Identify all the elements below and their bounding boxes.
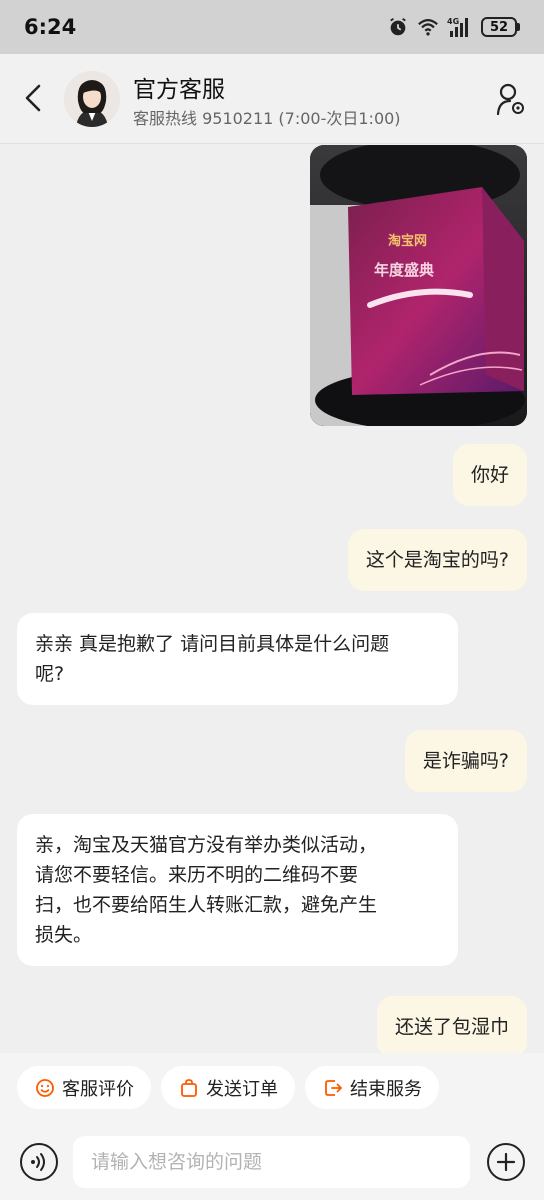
message-text: 这个是淘宝的吗? <box>365 549 509 571</box>
chip-label: 结束服务 <box>350 1078 422 1100</box>
image-message[interactable]: 淘宝网 年度盛典 <box>310 145 527 426</box>
chat-header: 官方客服 客服热线 9510211 (7:00-次日1:00) <box>0 54 544 144</box>
box-event-text: 年度盛典 <box>374 261 434 279</box>
network-type-label: 4G <box>447 17 459 26</box>
user-settings-icon[interactable] <box>496 82 526 116</box>
rate-service-button[interactable]: 客服评价 <box>17 1066 151 1109</box>
my-message-bubble[interactable]: 你好 <box>452 444 527 506</box>
chip-label: 发送订单 <box>206 1078 278 1100</box>
chip-label: 客服评价 <box>62 1078 134 1100</box>
smile-icon <box>36 1078 54 1097</box>
my-message-bubble[interactable]: 还送了包湿巾 <box>376 996 527 1053</box>
hotline-text: 客服热线 9510211 (7:00-次日1:00) <box>133 109 401 128</box>
message-text: 还送了包湿巾 <box>394 1016 509 1038</box>
back-button[interactable] <box>16 78 50 118</box>
battery-icon: 52 <box>481 17 520 37</box>
box-brand-text: 淘宝网 <box>388 233 427 249</box>
message-line: 亲，淘宝及天猫官方没有举办类似活动， <box>35 834 378 856</box>
more-options-button[interactable] <box>487 1143 525 1181</box>
end-service-button[interactable]: 结束服务 <box>305 1066 439 1109</box>
chevron-left-icon <box>25 84 41 112</box>
message-text: 是诈骗吗? <box>422 750 509 772</box>
exit-icon <box>325 1079 342 1096</box>
status-bar: 6:24 4G 52 <box>0 0 544 54</box>
input-bar <box>0 1123 544 1200</box>
signal-icon: 4G <box>447 17 468 37</box>
quick-actions-bar: 客服评价 发送订单 结束服务 <box>0 1053 544 1123</box>
my-message-bubble[interactable]: 这个是淘宝的吗? <box>347 529 527 591</box>
message-line: 损失。 <box>35 924 93 946</box>
battery-level: 52 <box>481 17 517 37</box>
message-text: 你好 <box>470 464 509 486</box>
agent-portrait <box>64 71 120 127</box>
message-line: 请您不要轻信。来历不明的二维码不要 <box>35 864 359 886</box>
message-line: 扫，也不要给陌生人转账汇款，避免产生 <box>35 894 378 916</box>
status-icons: 4G 52 <box>387 16 520 38</box>
agent-message-bubble[interactable]: 亲亲 真是抱歉了 请问目前具体是什么问题 呢? <box>17 613 458 705</box>
message-list[interactable]: 淘宝网 年度盛典 你好 这个是淘宝的吗? 亲亲 真是抱歉了 请问目前具体是什么问… <box>0 145 544 1053</box>
wifi-icon <box>418 19 438 36</box>
chat-title: 官方客服 <box>133 77 225 103</box>
plus-icon <box>496 1152 516 1172</box>
photo-taobao-box: 淘宝网 年度盛典 <box>310 145 527 426</box>
send-order-button[interactable]: 发送订单 <box>161 1066 295 1109</box>
voice-wave-icon <box>31 1153 45 1171</box>
agent-message-bubble[interactable]: 亲，淘宝及天猫官方没有举办类似活动， 请您不要轻信。来历不明的二维码不要 扫，也… <box>17 814 458 966</box>
alarm-icon <box>390 17 406 36</box>
my-message-bubble[interactable]: 是诈骗吗? <box>404 730 527 792</box>
message-line: 亲亲 真是抱歉了 请问目前具体是什么问题 <box>35 633 390 655</box>
clock: 6:24 <box>24 15 77 39</box>
bag-icon <box>181 1078 197 1097</box>
message-input[interactable] <box>73 1136 470 1188</box>
agent-avatar[interactable] <box>64 71 120 127</box>
voice-input-button[interactable] <box>20 1143 58 1181</box>
message-line: 呢? <box>35 663 65 685</box>
